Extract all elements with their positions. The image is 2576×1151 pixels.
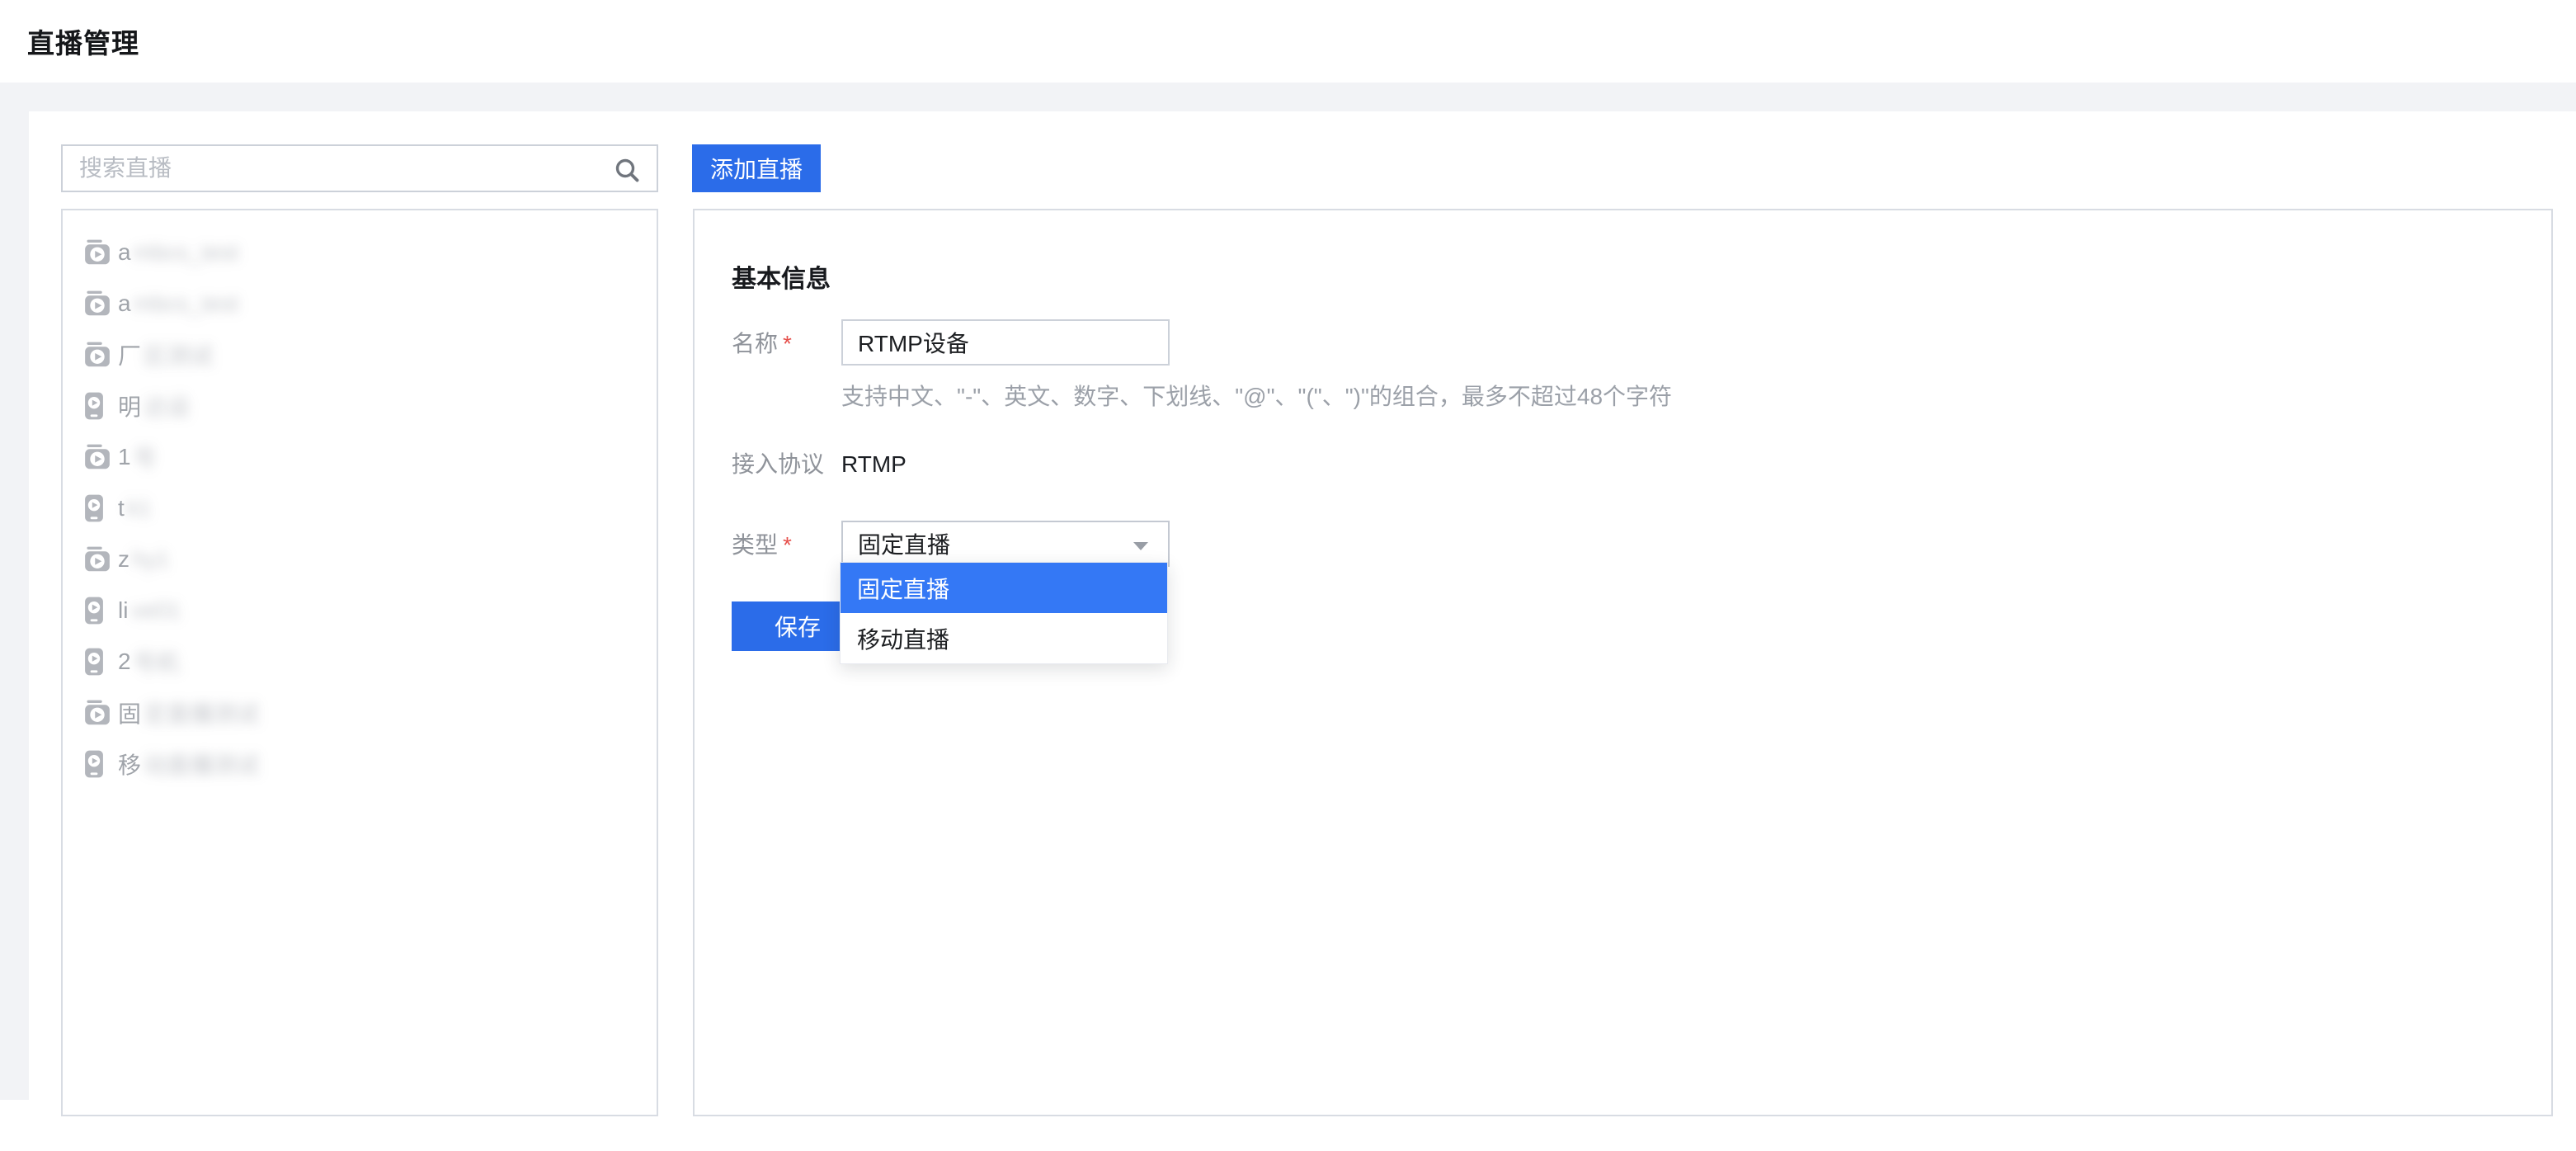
mobile-phone-icon (84, 391, 112, 421)
fixed-camera-icon (84, 442, 112, 472)
search-box[interactable] (61, 144, 658, 192)
live-list-item[interactable]: li ve01 (63, 585, 657, 636)
redacted-text: hy1 (132, 546, 170, 572)
redacted-text: 号机 (133, 650, 180, 676)
redacted-text: ve01 (130, 597, 181, 623)
live-item-label: 明 (118, 394, 142, 420)
live-list-item[interactable]: a mbcs_test (63, 227, 657, 278)
content-card: 添加直播 ambcs_testambcs_test厂区测试明达设1号tk1zhy… (29, 111, 2576, 1151)
live-item-label: z (118, 546, 130, 572)
fixed-camera-icon (84, 238, 112, 267)
live-list-item[interactable]: 厂区测试 (63, 329, 657, 380)
mobile-phone-icon (84, 749, 112, 779)
live-item-label: 移 (118, 752, 142, 778)
fixed-camera-icon (84, 340, 112, 370)
type-select[interactable]: 固定直播 (841, 521, 1170, 567)
fixed-camera-icon (84, 698, 112, 728)
live-list-item[interactable]: z hy1 (63, 534, 657, 585)
mobile-phone-icon (84, 647, 112, 677)
live-list-panel: a mbcs_test a mbcs_test 厂区测试明达设 1 号 t k1 z hy1 li ve… (61, 209, 658, 1116)
type-option[interactable]: 移动直播 (841, 613, 1167, 663)
redacted-text: 动直播测试 (144, 752, 260, 778)
live-list: a mbcs_test a mbcs_test 厂区测试明达设 1 号 t k1 z hy1 li ve… (63, 227, 657, 790)
live-item-label: t (118, 495, 125, 521)
protocol-row: 接入协议 RTMP (732, 451, 2551, 478)
live-list-item[interactable]: 固定直播测试 (63, 687, 657, 738)
protocol-label: 接入协议 (732, 451, 825, 477)
redacted-text: mbcs_test (133, 239, 239, 265)
app-header: 直播管理 (0, 0, 2576, 83)
redacted-text: k1 (126, 495, 152, 521)
live-item-label: a (118, 290, 131, 316)
topbar: 添加直播 (61, 144, 2576, 192)
name-input[interactable] (841, 319, 1170, 366)
section-title: 基本信息 (732, 266, 831, 293)
live-item-label: a (118, 239, 131, 265)
chevron-down-icon (1133, 542, 1148, 550)
live-list-item[interactable]: 1号 (63, 432, 657, 483)
live-item-label: li (118, 597, 129, 623)
type-select-value: 固定直播 (858, 532, 951, 558)
fixed-camera-icon (84, 289, 112, 318)
live-list-item[interactable]: 移动直播测试 (63, 738, 657, 790)
type-option[interactable]: 固定直播 (841, 563, 1167, 613)
required-mark: * (783, 331, 792, 356)
name-label: 名称 * (732, 331, 792, 356)
type-dropdown-menu: 固定直播 移动直播 (840, 562, 1168, 664)
name-hint: 支持中文、"-"、英文、数字、下划线、"@"、"("、")"的组合，最多不超过4… (841, 384, 1673, 409)
mobile-phone-icon (84, 493, 112, 523)
live-item-label: 固 (118, 701, 142, 727)
live-list-item[interactable]: 明达设 (63, 380, 657, 432)
add-live-button[interactable]: 添加直播 (692, 144, 821, 192)
redacted-text: mbcs_test (133, 290, 239, 316)
live-list-item[interactable]: 2 号机 (63, 636, 657, 687)
search-icon[interactable] (614, 157, 640, 183)
page-body: 添加直播 ambcs_testambcs_test厂区测试明达设1号tk1zhy… (0, 83, 2576, 1151)
detail-panel: 基本信息 名称* 支持中文、"-"、英文、数字、下划线、"@"、"("、")"的… (693, 209, 2553, 1116)
redacted-text: 达设 (144, 394, 191, 420)
redacted-text: 号 (133, 446, 157, 471)
protocol-value: RTMP (841, 451, 907, 477)
panels: a mbcs_test a mbcs_test 厂区测试明达设 1 号 t k1 z hy1 li ve… (61, 209, 2576, 1116)
fixed-camera-icon (84, 545, 112, 574)
live-list-item[interactable]: t k1 (63, 483, 657, 534)
mobile-phone-icon (84, 596, 112, 625)
live-item-label: 厂 (118, 343, 142, 369)
live-item-label: 1 (118, 444, 131, 469)
page-title: 直播管理 (27, 28, 139, 59)
required-mark: * (783, 532, 792, 558)
live-item-label: 2 (118, 649, 131, 674)
search-input[interactable] (63, 146, 657, 191)
type-label: 类型 * (732, 532, 792, 558)
type-row: 类型 * 固定直播 (732, 521, 2551, 567)
name-row: 名称 * (732, 319, 2551, 366)
live-list-item[interactable]: a mbcs_test (63, 278, 657, 329)
redacted-text: 定直播测试 (144, 701, 260, 727)
redacted-text: 区测试 (144, 343, 214, 369)
